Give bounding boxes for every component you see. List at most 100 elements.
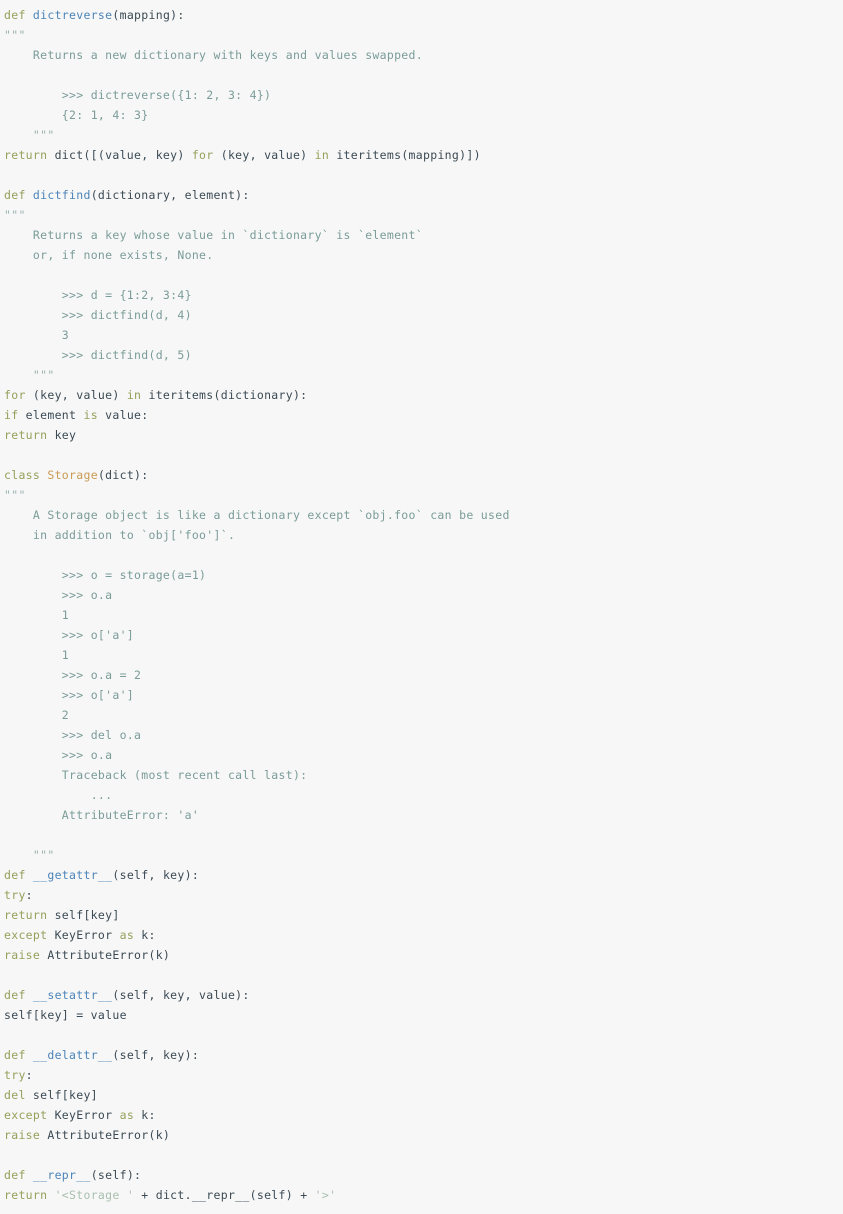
code-token-dq: """ — [4, 208, 26, 222]
code-line: raise AttributeError(k) — [4, 945, 843, 965]
code-token-doc: >>> dictfind(d, 4) — [61, 308, 192, 322]
code-token-kw: def — [4, 188, 26, 202]
code-token-kw: except — [4, 1108, 48, 1122]
code-token-str: '<Storage ' — [54, 1188, 135, 1202]
code-token-pl: element — [18, 408, 84, 422]
code-token-pl: : — [25, 888, 33, 902]
code-token-doc: >>> o = storage(a=1) — [61, 568, 207, 582]
code-line: or, if none exists, None. — [4, 245, 843, 265]
code-token-pl: (dict): — [97, 468, 149, 482]
code-token-pl: dict([(value, key) — [47, 148, 192, 162]
code-token-pl: self[key] — [47, 908, 120, 922]
code-line: A Storage object is like a dictionary ex… — [4, 505, 843, 525]
code-line: >>> dictreverse({1: 2, 3: 4}) — [4, 85, 843, 105]
code-token-fn: __getattr__ — [32, 868, 113, 882]
code-line: self[key] = value — [4, 1005, 843, 1025]
code-line: 1 — [4, 645, 843, 665]
code-line: Returns a key whose value in `dictionary… — [4, 225, 843, 245]
code-token-fn: __delattr__ — [32, 1048, 113, 1062]
code-token-doc: >>> del o.a — [61, 728, 142, 742]
code-token-pl: (key, value) — [25, 388, 127, 402]
code-token-kw: try — [4, 888, 26, 902]
code-token-kw: return — [4, 148, 48, 162]
code-token-kw: as — [119, 928, 135, 942]
code-line: >>> o.a = 2 — [4, 665, 843, 685]
code-token-kw: for — [191, 148, 214, 162]
code-token-dq: """ — [32, 128, 55, 142]
code-line: except KeyError as k: — [4, 925, 843, 945]
code-token-doc: A Storage object is like a dictionary ex… — [32, 508, 510, 522]
code-line: """ — [4, 25, 843, 45]
code-token-doc: >>> d = {1:2, 3:4} — [61, 288, 192, 302]
code-token-pl: (self, key): — [112, 868, 200, 882]
code-line: """ — [4, 205, 843, 225]
code-token-doc: >>> dictreverse({1: 2, 3: 4}) — [61, 88, 272, 102]
code-token-doc: >>> o.a — [61, 588, 113, 602]
code-line: 1 — [4, 605, 843, 625]
code-token-doc: ... — [90, 788, 113, 802]
code-line: >>> del o.a — [4, 725, 843, 745]
code-token-doc: >>> o.a — [61, 748, 113, 762]
code-token-fn: __repr__ — [32, 1168, 91, 1182]
code-line: return key — [4, 425, 843, 445]
code-line: del self[key] — [4, 1085, 843, 1105]
code-token-pl: (self, key, value): — [112, 988, 250, 1002]
code-line: if element is value: — [4, 405, 843, 425]
code-line: ... — [4, 785, 843, 805]
code-token-kw: del — [4, 1088, 26, 1102]
code-line: def dictreverse(mapping): — [4, 5, 843, 25]
code-token-pl: (self): — [90, 1168, 142, 1182]
code-line-list: def dictreverse(mapping): """ Returns a n… — [0, 0, 843, 1205]
code-line: >>> dictfind(d, 4) — [4, 305, 843, 325]
code-token-doc: >>> o['a'] — [61, 628, 135, 642]
code-line: Returns a new dictionary with keys and v… — [4, 45, 843, 65]
code-token-pl: value: — [97, 408, 149, 422]
code-token-pl: (self, key): — [112, 1048, 200, 1062]
code-token-pl: (dictionary, element): — [90, 188, 250, 202]
code-line: """ — [4, 485, 843, 505]
code-token-doc: >>> dictfind(d, 5) — [61, 348, 192, 362]
code-line: def __delattr__(self, key): — [4, 1045, 843, 1065]
code-line: {2: 1, 4: 3} — [4, 105, 843, 125]
code-line: >>> o.a — [4, 745, 843, 765]
code-token-kw: try — [4, 1068, 26, 1082]
code-token-str: '>' — [314, 1188, 337, 1202]
code-line: def __repr__(self): — [4, 1165, 843, 1185]
code-token-kw: return — [4, 428, 48, 442]
code-token-kw: in — [314, 148, 330, 162]
code-line: def dictfind(dictionary, element): — [4, 185, 843, 205]
code-token-kw: if — [4, 408, 19, 422]
code-token-dq: """ — [32, 848, 55, 862]
code-viewer[interactable]: def dictreverse(mapping): """ Returns a n… — [0, 0, 843, 1214]
code-token-doc: 3 — [61, 328, 70, 342]
code-token-kw: return — [4, 1188, 48, 1202]
code-token-kw: raise — [4, 948, 41, 962]
code-token-kw: def — [4, 1048, 26, 1062]
code-token-dq: """ — [4, 488, 26, 502]
code-token-kw: raise — [4, 1128, 41, 1142]
